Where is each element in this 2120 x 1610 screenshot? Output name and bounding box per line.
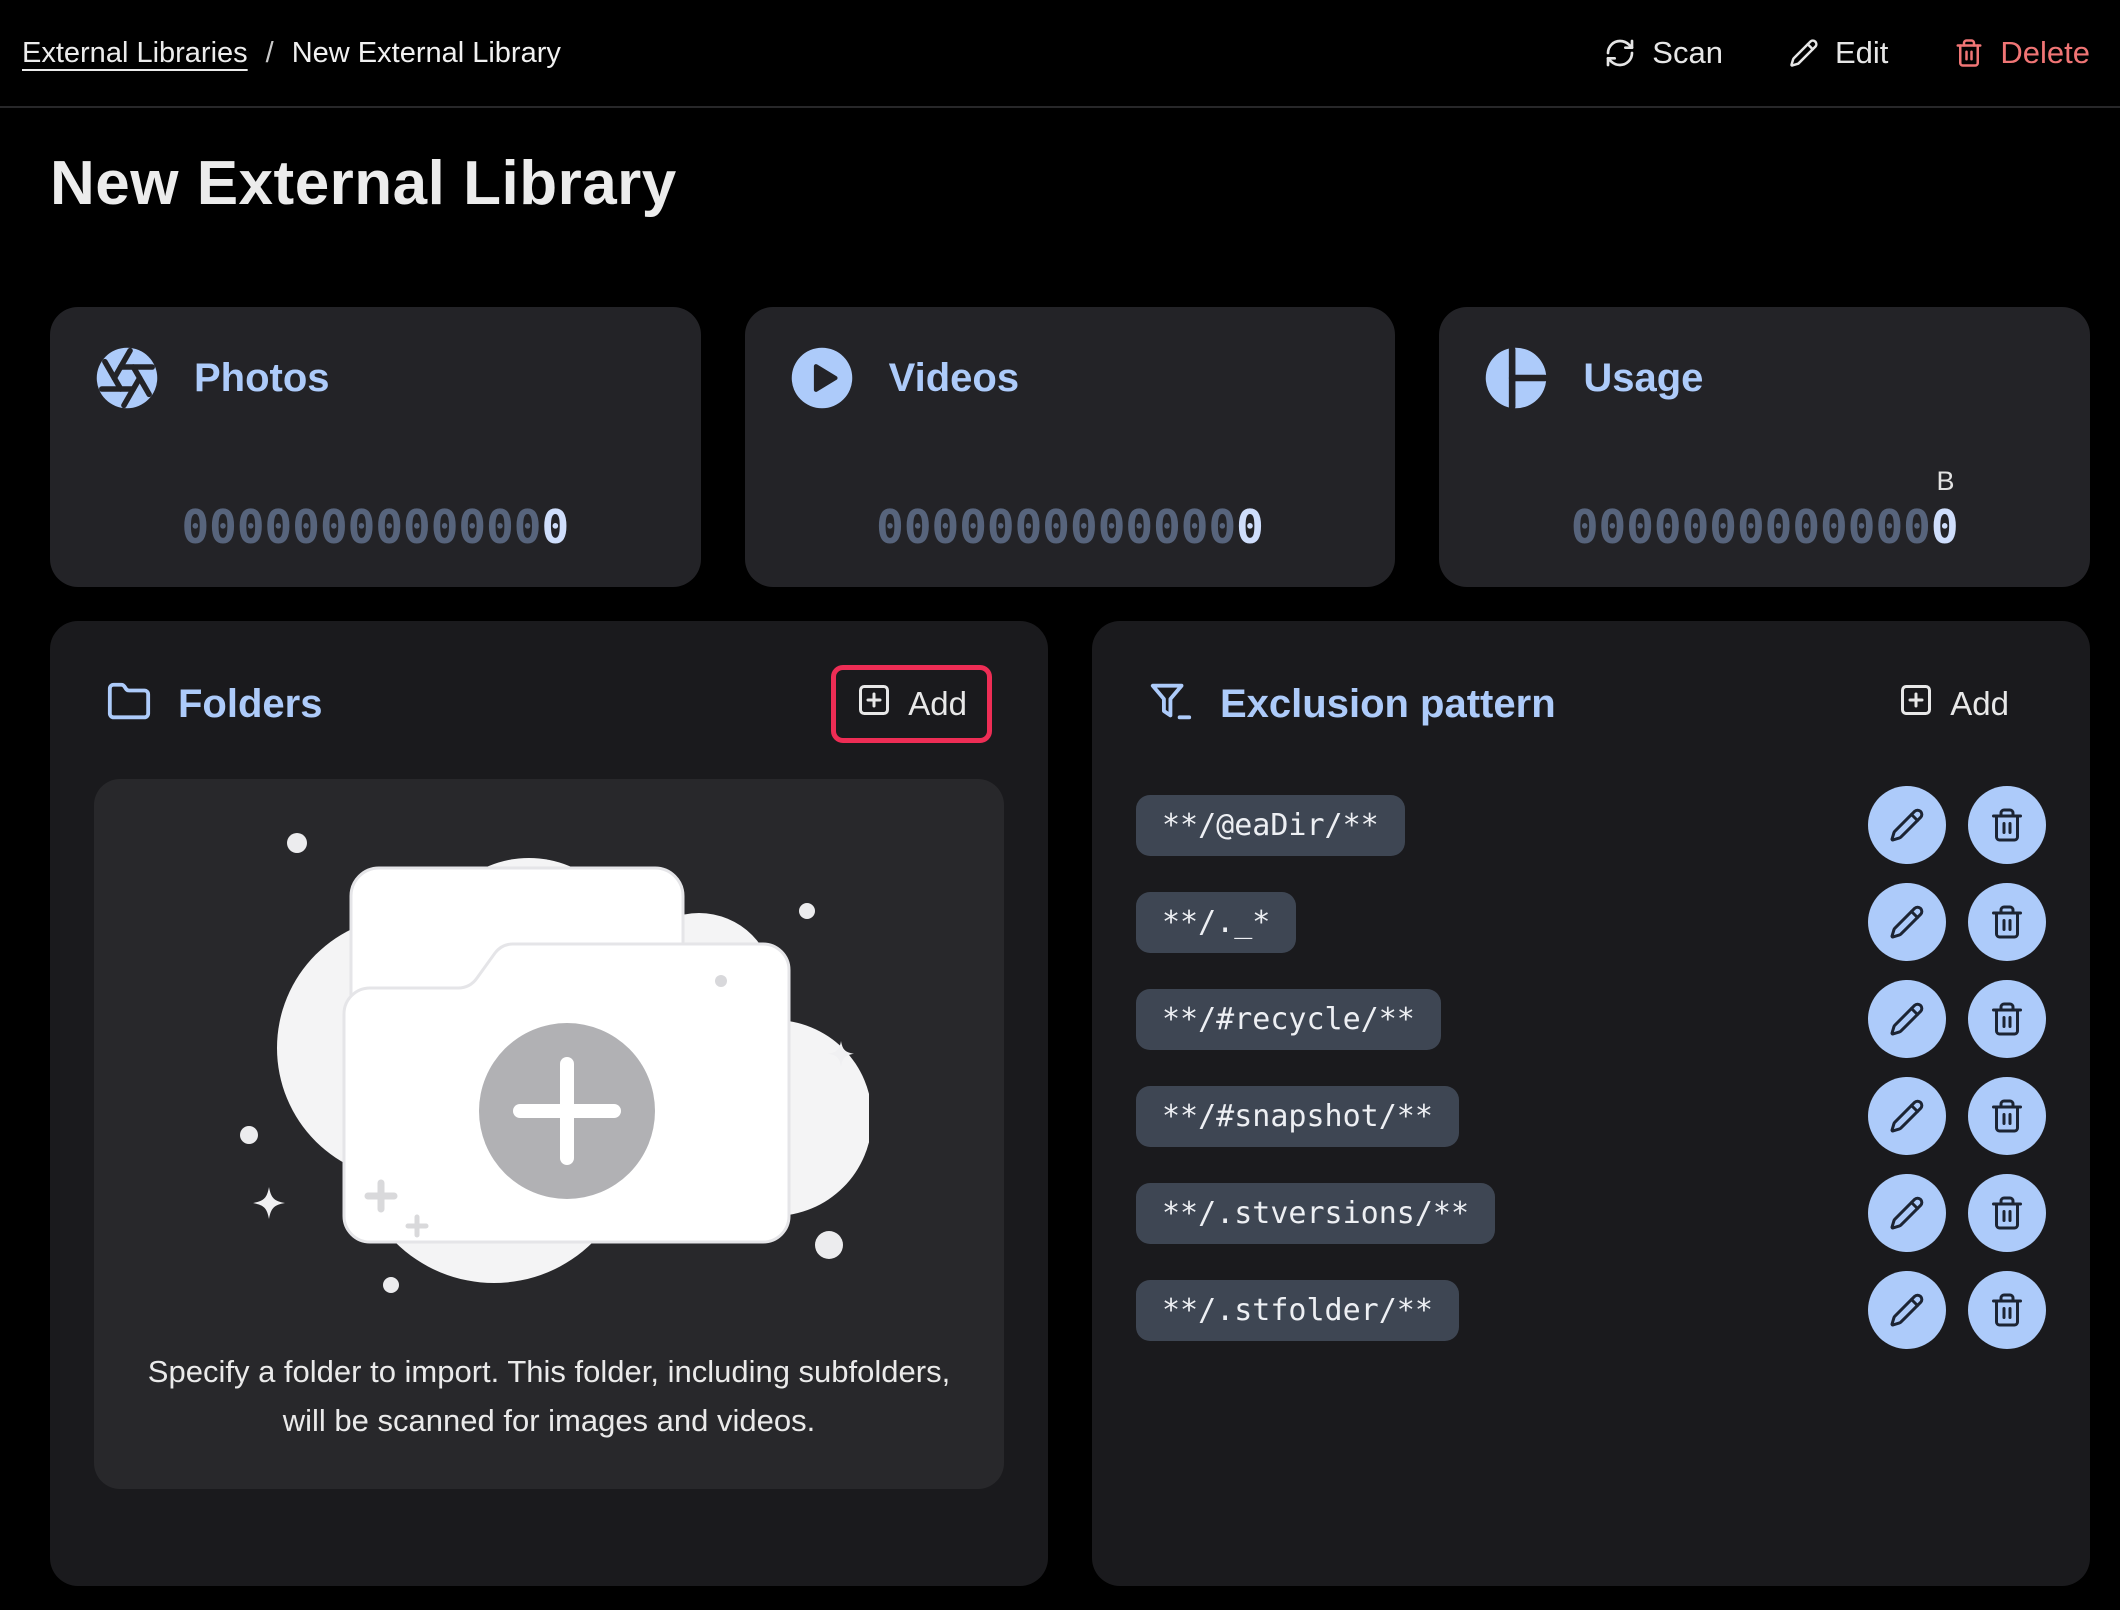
stat-count: 0 [1236, 500, 1264, 554]
trash-icon [1989, 1195, 2025, 1231]
top-bar: External Libraries / New External Librar… [0, 0, 2120, 108]
pattern-edit-button[interactable] [1868, 1077, 1946, 1155]
delete-label: Delete [2000, 35, 2090, 71]
pencil-icon [1889, 807, 1925, 843]
pattern-delete-button[interactable] [1968, 1271, 2046, 1349]
pattern-chip: **/.stversions/** [1136, 1183, 1495, 1244]
empty-folder-illustration [229, 813, 869, 1318]
stat-value-usage: B 00000000000000 [1571, 466, 1959, 553]
pattern-chip: **/.stfolder/** [1136, 1280, 1459, 1341]
exclusion-panel-header: Exclusion pattern Add [1136, 665, 2046, 743]
stat-unit [181, 466, 569, 502]
stat-unit-b: B [1571, 466, 1959, 502]
pattern-chip: **/#recycle/** [1136, 989, 1441, 1050]
folders-panel-title: Folders [178, 682, 322, 727]
pattern-edit-button[interactable] [1868, 1271, 1946, 1349]
trash-icon [1989, 1098, 2025, 1134]
panels-row: Folders Add [50, 621, 2090, 1586]
pattern-row: **/._* [1136, 882, 2046, 962]
add-exclusion-label: Add [1950, 685, 2009, 723]
stat-value-photos: 00000000000000 [181, 466, 569, 553]
pencil-icon [1889, 1195, 1925, 1231]
edit-label: Edit [1835, 35, 1888, 71]
pattern-edit-button[interactable] [1868, 786, 1946, 864]
square-plus-icon [1898, 682, 1934, 726]
folders-panel: Folders Add [50, 621, 1048, 1586]
pattern-list: **/@eaDir/** **/._* [1136, 785, 2046, 1350]
folders-empty-caption: Specify a folder to import. This folder,… [134, 1348, 964, 1444]
sync-icon [1604, 37, 1636, 69]
edit-button[interactable]: Edit [1789, 35, 1888, 71]
pencil-icon [1889, 904, 1925, 940]
pattern-row: **/.stfolder/** [1136, 1270, 2046, 1350]
stat-card-videos-header: Videos [789, 345, 1352, 411]
pattern-delete-button[interactable] [1968, 786, 2046, 864]
aperture-icon [94, 345, 160, 411]
pattern-delete-button[interactable] [1968, 883, 2046, 961]
pattern-edit-button[interactable] [1868, 883, 1946, 961]
pattern-chip: **/#snapshot/** [1136, 1086, 1459, 1147]
stat-label: Usage [1583, 356, 1703, 401]
pattern-edit-button[interactable] [1868, 1174, 1946, 1252]
pattern-row: **/.stversions/** [1136, 1173, 2046, 1253]
pattern-chip: **/@eaDir/** [1136, 795, 1405, 856]
pattern-delete-button[interactable] [1968, 1077, 2046, 1155]
stat-label: Photos [194, 356, 330, 401]
trash-icon [1989, 1292, 2025, 1328]
stat-card-usage-header: Usage [1483, 345, 2046, 411]
stats-row: Photos 00000000000000 Videos 00000000000… [50, 307, 2090, 587]
add-folder-label: Add [908, 685, 967, 723]
folder-icon [106, 679, 152, 730]
pattern-delete-button[interactable] [1968, 1174, 2046, 1252]
stat-card-usage: Usage B 00000000000000 [1439, 307, 2090, 587]
trash-icon [1954, 38, 1984, 68]
delete-button[interactable]: Delete [1954, 35, 2090, 71]
breadcrumb-parent-link[interactable]: External Libraries [22, 37, 248, 70]
pencil-icon [1889, 1292, 1925, 1328]
topbar-actions: Scan Edit Delete [1604, 35, 2090, 71]
pattern-row: **/#recycle/** [1136, 979, 2046, 1059]
breadcrumb-separator: / [266, 37, 274, 70]
breadcrumb: External Libraries / New External Librar… [22, 37, 561, 70]
pencil-icon [1789, 38, 1819, 68]
stat-zeros: 0000000000000 [876, 500, 1236, 554]
folders-empty-state: Specify a folder to import. This folder,… [94, 779, 1004, 1489]
stat-zeros: 0000000000000 [181, 500, 541, 554]
page-title: New External Library [50, 148, 2120, 219]
scan-button[interactable]: Scan [1604, 35, 1723, 71]
square-plus-icon [856, 682, 892, 726]
pattern-row: **/@eaDir/** [1136, 785, 2046, 865]
add-folder-button[interactable]: Add [831, 665, 992, 743]
stat-count: 0 [1931, 500, 1959, 554]
exclusion-panel: Exclusion pattern Add **/@eaDir/** [1092, 621, 2090, 1586]
stat-zeros: 0000000000000 [1571, 500, 1931, 554]
filter-minus-icon [1148, 679, 1194, 730]
pattern-delete-button[interactable] [1968, 980, 2046, 1058]
stat-value-videos: 00000000000000 [876, 466, 1264, 553]
exclusion-panel-title: Exclusion pattern [1220, 682, 1556, 727]
add-exclusion-button[interactable]: Add [1873, 665, 2034, 743]
pattern-row: **/#snapshot/** [1136, 1076, 2046, 1156]
breadcrumb-current: New External Library [292, 37, 561, 70]
stat-card-photos: Photos 00000000000000 [50, 307, 701, 587]
stat-label: Videos [889, 356, 1019, 401]
stat-card-photos-header: Photos [94, 345, 657, 411]
play-icon [789, 345, 855, 411]
trash-icon [1989, 1001, 2025, 1037]
pattern-edit-button[interactable] [1868, 980, 1946, 1058]
pie-chart-icon [1483, 345, 1549, 411]
stat-count: 0 [542, 500, 570, 554]
pencil-icon [1889, 1098, 1925, 1134]
stat-unit [876, 466, 1264, 502]
pencil-icon [1889, 1001, 1925, 1037]
stat-card-videos: Videos 00000000000000 [745, 307, 1396, 587]
trash-icon [1989, 904, 2025, 940]
folders-panel-header: Folders Add [94, 665, 1004, 743]
pattern-chip: **/._* [1136, 892, 1296, 953]
scan-label: Scan [1652, 35, 1723, 71]
trash-icon [1989, 807, 2025, 843]
